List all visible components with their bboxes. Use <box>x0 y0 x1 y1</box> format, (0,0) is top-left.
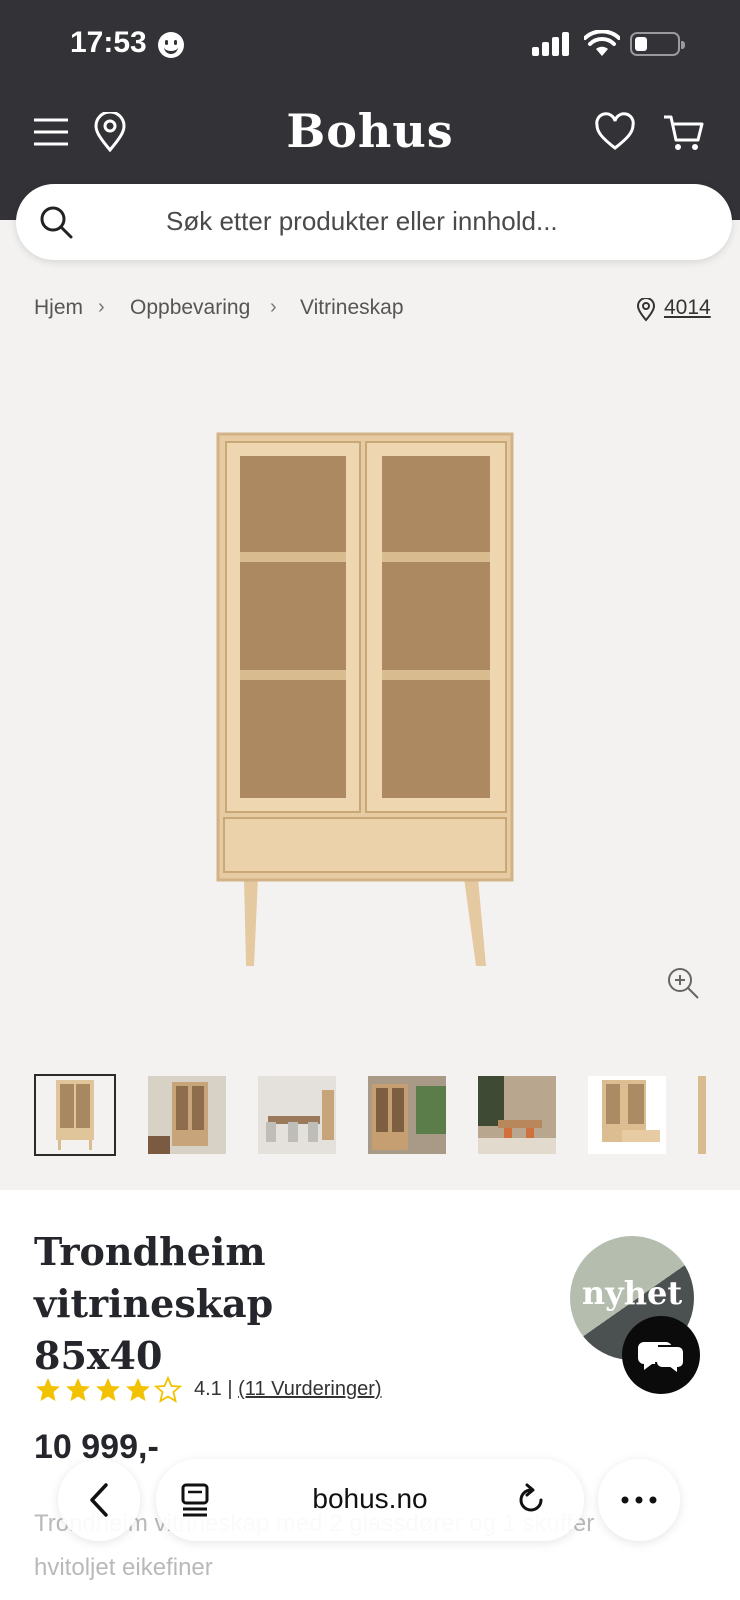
browser-back-button[interactable] <box>58 1459 140 1541</box>
smiley-icon <box>158 32 184 58</box>
breadcrumb-item-storage[interactable]: Oppbevaring <box>130 296 250 320</box>
chevron-right-icon: › <box>98 296 105 318</box>
battery-icon <box>630 32 685 56</box>
reload-icon[interactable] <box>514 1483 548 1517</box>
wifi-icon <box>584 30 620 56</box>
chat-bubbles-icon <box>638 1342 685 1376</box>
zoom-in-icon[interactable] <box>666 966 700 1000</box>
star-filled-icon <box>126 1378 150 1401</box>
browser-address-bar[interactable]: bohus.no <box>156 1459 584 1541</box>
rating-value: 4.1 <box>194 1378 222 1400</box>
thumbnail-1[interactable] <box>34 1074 116 1156</box>
product-title: Trondheim vitrineskap 85x40 <box>34 1229 274 1378</box>
breadcrumb-item-home[interactable]: Hjem <box>34 296 83 320</box>
chevron-right-icon: › <box>270 296 277 318</box>
chat-button[interactable] <box>622 1316 700 1394</box>
postal-code[interactable]: 4014 <box>664 296 711 320</box>
heart-icon[interactable] <box>594 112 636 152</box>
location-pin-icon <box>636 298 656 322</box>
star-filled-icon <box>36 1378 60 1401</box>
thumbnail-5[interactable] <box>478 1076 556 1154</box>
thumbnail-7[interactable] <box>698 1076 706 1154</box>
shopping-cart-icon[interactable] <box>662 112 704 152</box>
star-filled-icon <box>96 1378 120 1401</box>
product-image[interactable] <box>210 430 530 970</box>
search-bar[interactable]: Søk etter produkter eller innhold... <box>16 184 732 260</box>
search-icon <box>40 206 73 239</box>
thumbnail-strip <box>34 1074 740 1158</box>
thumbnail-2[interactable] <box>148 1076 226 1154</box>
rating-separator: | <box>227 1378 233 1400</box>
star-filled-icon <box>66 1378 90 1401</box>
rating-count-link[interactable]: (11 Vurderinger) <box>238 1378 381 1400</box>
search-input[interactable]: Søk etter produkter eller innhold... <box>166 206 558 237</box>
chevron-left-icon <box>90 1483 108 1517</box>
thumbnail-6[interactable] <box>588 1076 666 1154</box>
thumbnail-4[interactable] <box>368 1076 446 1154</box>
more-dots-icon <box>621 1496 657 1504</box>
status-time: 17:53 <box>70 26 147 59</box>
breadcrumb-item-display-cabinets[interactable]: Vitrineskap <box>300 296 404 320</box>
cellular-signal-icon <box>532 32 572 56</box>
browser-more-button[interactable] <box>598 1459 680 1541</box>
status-bar: 17:53 <box>0 0 740 90</box>
rating-stars <box>34 1376 184 1406</box>
star-outline-icon <box>154 1376 182 1403</box>
thumbnail-3[interactable] <box>258 1076 336 1154</box>
